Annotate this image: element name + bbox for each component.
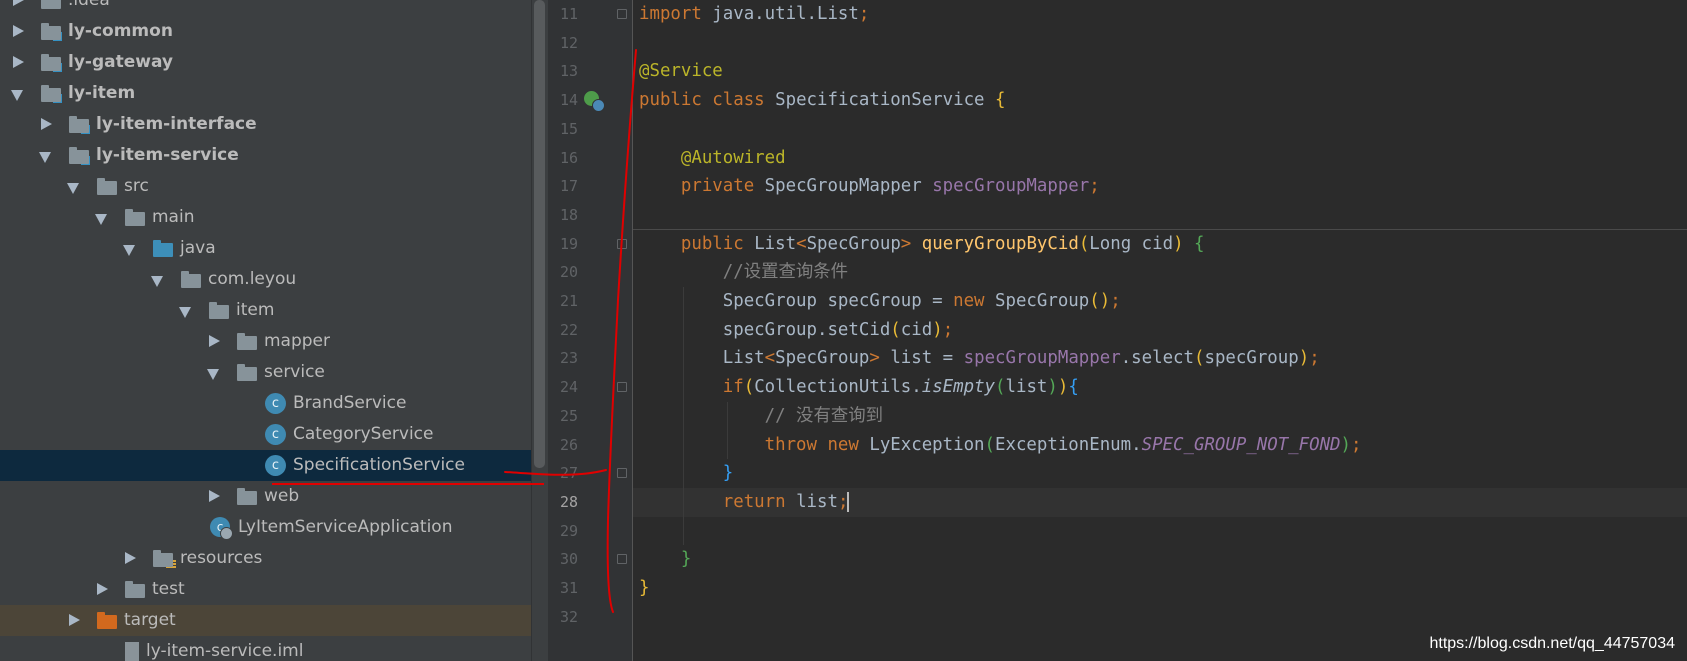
red-annotation-pointer (504, 469, 607, 476)
red-annotation-bracket (606, 49, 637, 613)
ide-window: .idea ly-common ly-gateway ly-item ly-item-i… (0, 0, 1687, 661)
red-annotation-overlay (272, 49, 637, 613)
